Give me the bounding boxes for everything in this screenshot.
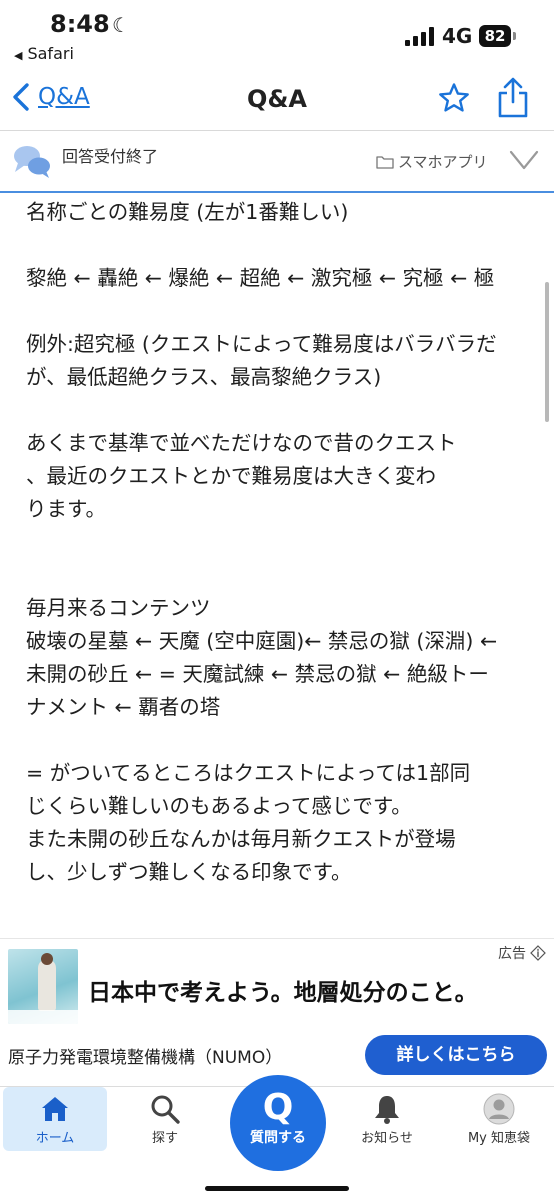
tab-home-label: ホーム [35,1131,75,1146]
ad-cta-button[interactable]: 詳しくはこちら [365,1035,547,1075]
tab-bar: ホーム 探す Q 質問する お知らせ My 知恵袋 [0,1075,554,1201]
bell-icon [375,1096,399,1124]
avatar-icon [483,1093,515,1125]
nav-back-button[interactable]: Q&A [10,82,90,112]
moon-icon: ☾ [112,13,130,37]
nav-back-label: Q&A [38,84,90,110]
signal-icon [405,26,435,46]
folder-icon [376,155,394,169]
chevron-left-icon [13,83,29,111]
tab-mypage[interactable]: My 知恵袋 [446,1087,552,1151]
answer-paragraph: = がついてるところはクエストによっては1部同 じくらい難しいのもあるよって感じ… [26,761,471,884]
ad-sponsor: 原子力発電環境整備機構（NUMO） [8,1048,283,1068]
back-app-label: Safari [27,44,74,63]
ad-info-icon [530,945,546,961]
tab-search[interactable]: 探す [112,1087,218,1151]
answer-paragraph: 毎月来るコンテンツ 破壊の星墓 ← 天魔 (空中庭園)← 禁忌の獄 (深淵) ←… [26,596,498,719]
nav-bar: Q&A Q&A [0,72,554,131]
tab-home[interactable]: ホーム [3,1087,107,1151]
category-link[interactable]: スマホアプリ [376,151,488,172]
question-status: 回答受付終了 [62,147,159,166]
battery-tip [513,32,516,40]
share-icon[interactable] [496,76,530,118]
status-time: 8:48 [50,10,110,38]
ask-question-label: 質問する [250,1130,306,1146]
speech-bubbles-icon [14,146,50,178]
ad-headline[interactable]: 日本中で考えよう。地層処分のこと。 [88,973,478,1007]
tab-notifications-label: お知らせ [361,1131,413,1146]
question-meta: 回答受付終了 スマホアプリ [0,131,554,193]
answer-paragraph: 名称ごとの難易度 (左が1番難しい) [26,200,349,224]
back-triangle-icon: ◀ [14,49,23,62]
answer-paragraph: 黎絶 ← 轟絶 ← 爆絶 ← 超絶 ← 激究極 ← 究極 ← 極 [26,266,495,290]
ad-label-text: 広告 [498,946,526,962]
ad-label[interactable]: 広告 [498,943,546,963]
answer-body: 名称ごとの難易度 (左が1番難しい) 黎絶 ← 轟絶 ← 爆絶 ← 超絶 ← 激… [26,196,531,889]
network-type: 4G [442,24,473,48]
answer-paragraph: あくまで基準で並べただけなので昔のクエスト 、最近のクエストとかで難易度は大きく… [26,431,457,521]
ad-banner[interactable]: 広告 日本中で考えよう。地層処分のこと。 原子力発電環境整備機構（NUMO） 詳… [0,938,554,1087]
battery-icon: 82 [479,25,511,47]
answer-paragraph: 例外:超究極 (クエストによって難易度はバラバラだが、最低超絶クラス、最高黎絶ク… [26,332,497,389]
tab-search-label: 探す [151,1131,178,1146]
ask-q-icon: Q [262,1087,294,1128]
ask-question-button[interactable]: Q 質問する [230,1075,326,1171]
ad-image[interactable] [8,949,78,1024]
scrollbar[interactable] [545,282,549,422]
chevron-down-icon[interactable] [508,147,540,173]
tab-notifications[interactable]: お知らせ [334,1087,440,1151]
tab-mypage-label: My 知恵袋 [467,1131,531,1146]
battery-level: 82 [484,27,506,45]
status-bar: 8:48 ☾ ◀ Safari 4G 82 [0,0,554,72]
star-icon[interactable] [438,82,470,114]
home-indicator [205,1186,349,1191]
category-label: スマホアプリ [398,153,488,171]
search-icon [151,1095,180,1124]
back-to-app-link[interactable]: ◀ Safari [14,44,74,63]
home-icon [42,1097,68,1121]
